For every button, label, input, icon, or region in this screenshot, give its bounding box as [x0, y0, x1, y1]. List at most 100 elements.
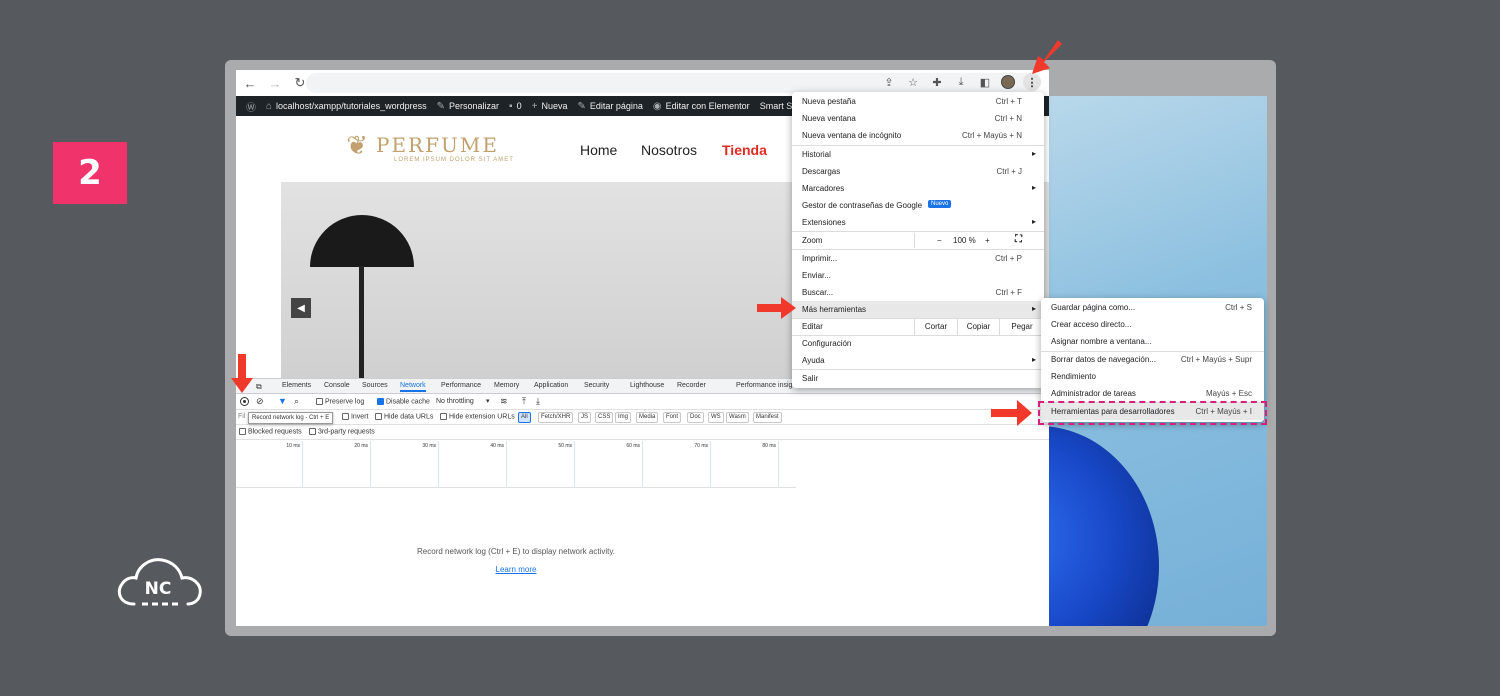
blocked-requests-toggle[interactable]: Blocked requests — [239, 428, 302, 435]
menu-exit[interactable]: Salir — [792, 370, 1044, 387]
filter-chip-doc[interactable]: Doc — [687, 412, 704, 423]
menu-send[interactable]: Enviar... — [792, 267, 1044, 284]
submenu-name-window[interactable]: Asignar nombre a ventana... — [1041, 333, 1264, 350]
nav-nosotros[interactable]: Nosotros — [641, 142, 697, 158]
tab-memory[interactable]: Memory — [494, 382, 519, 389]
tab-performance[interactable]: Performance — [441, 382, 481, 389]
blocked-requests-checkbox[interactable] — [239, 428, 246, 435]
menu-new-tab[interactable]: Nueva pestaña Ctrl + T — [792, 93, 1044, 110]
filter-chip-img[interactable]: Img — [615, 412, 632, 423]
submenu-save-page[interactable]: Guardar página como... Ctrl + S — [1041, 299, 1264, 316]
wp-smart-slider-link[interactable]: Smart Sl — [760, 101, 795, 111]
hide-data-urls-toggle[interactable]: Hide data URLs — [375, 413, 433, 420]
record-network-icon[interactable] — [240, 397, 249, 406]
invert-checkbox[interactable] — [342, 413, 349, 420]
zoom-out-button[interactable]: − — [937, 236, 942, 245]
timeline-tick: 60 ms — [575, 441, 643, 488]
menu-settings[interactable]: Configuración — [792, 335, 1044, 352]
menu-downloads[interactable]: Descargas Ctrl + J — [792, 163, 1044, 180]
submenu-clear-data[interactable]: Borrar datos de navegación... Ctrl + Mayú… — [1041, 351, 1264, 368]
invert-toggle[interactable]: Invert — [342, 413, 368, 420]
upload-icon[interactable]: ⤒ — [522, 396, 526, 407]
tab-sources[interactable]: Sources — [362, 382, 388, 389]
filter-chip-ws[interactable]: WS — [708, 412, 724, 423]
cut-button[interactable]: Cortar — [914, 318, 957, 335]
disable-cache-toggle[interactable]: Disable cache — [377, 398, 430, 405]
download-icon[interactable]: ⤓ — [953, 73, 969, 91]
side-panel-icon[interactable]: ◧ — [977, 73, 993, 91]
filter-input[interactable]: Fil — [238, 413, 245, 420]
star-bookmark-icon[interactable]: ☆ — [905, 73, 921, 91]
menu-help[interactable]: Ayuda ▸ — [792, 352, 1044, 369]
learn-more-link[interactable]: Learn more — [236, 565, 796, 574]
wp-elementor-label: Editar con Elementor — [665, 101, 750, 111]
menu-incognito[interactable]: Nueva ventana de incógnito Ctrl + Mayús +… — [792, 127, 1044, 144]
copy-button[interactable]: Copiar — [957, 318, 999, 335]
wifi-icon[interactable]: ≋ — [500, 396, 508, 407]
hide-extension-urls-checkbox[interactable] — [440, 413, 447, 420]
disable-cache-checkbox[interactable] — [377, 398, 384, 405]
filter-chip-all[interactable]: All — [518, 412, 531, 423]
filter-chip-media[interactable]: Media — [636, 412, 659, 423]
filter-chip-manifest[interactable]: Manifest — [753, 412, 782, 423]
wp-site-link[interactable]: ⌂ localhost/xampp/tutoriales_wordpress — [266, 101, 427, 112]
hide-extension-urls-toggle[interactable]: Hide extension URLs — [440, 413, 515, 420]
wp-elementor-link[interactable]: ◉ Editar con Elementor — [653, 101, 750, 112]
extensions-puzzle-icon[interactable]: ✚ — [929, 73, 945, 91]
nc-logo-text: NC — [145, 579, 172, 599]
profile-avatar[interactable] — [1001, 75, 1015, 89]
hide-data-urls-checkbox[interactable] — [375, 413, 382, 420]
preserve-log-checkbox[interactable] — [316, 398, 323, 405]
elementor-icon: ◉ — [652, 100, 662, 112]
menu-new-window[interactable]: Nueva ventana Ctrl + N — [792, 110, 1044, 127]
device-toolbar-icon[interactable]: ⧉ — [256, 382, 262, 392]
tab-network[interactable]: Network — [400, 382, 426, 392]
menu-more-tools[interactable]: Más herramientas ▸ — [792, 301, 1044, 318]
tab-elements[interactable]: Elements — [282, 382, 311, 389]
tab-lighthouse[interactable]: Lighthouse — [630, 382, 664, 389]
wp-comments-link[interactable]: ▪ 0 — [509, 101, 522, 112]
wp-customize-link[interactable]: ✎ Personalizar — [437, 101, 499, 112]
filter-icon[interactable]: ▼ — [278, 396, 287, 406]
filter-chip-css[interactable]: CSS — [595, 412, 614, 423]
wp-new-link[interactable]: + Nueva — [532, 101, 568, 112]
wp-edit-page-link[interactable]: ✎ Editar página — [577, 101, 642, 112]
slider-prev-arrow-icon[interactable]: ◀ — [291, 298, 311, 318]
filter-chip-fetch[interactable]: Fetch/XHR — [538, 412, 574, 423]
filter-chip-js[interactable]: JS — [578, 412, 592, 423]
filter-chip-wasm[interactable]: Wasm — [726, 412, 749, 423]
share-icon[interactable]: ⇪ — [881, 73, 897, 91]
tab-console[interactable]: Console — [324, 382, 350, 389]
tab-performance-insights[interactable]: Performance insig — [736, 382, 792, 389]
menu-extensions[interactable]: Extensiones ▸ — [792, 214, 1044, 231]
developer-tools-highlight — [1038, 401, 1267, 425]
back-arrow-icon[interactable]: ← — [239, 72, 261, 94]
site-logo-title[interactable]: PERFUME — [376, 133, 499, 157]
tab-recorder[interactable]: Recorder — [677, 382, 706, 389]
filter-chip-font[interactable]: Font — [663, 412, 682, 423]
download-har-icon[interactable]: ⤓ — [536, 396, 540, 407]
third-party-toggle[interactable]: 3rd-party requests — [309, 428, 375, 435]
fullscreen-icon[interactable]: ⛶ — [1015, 234, 1022, 245]
nav-tienda[interactable]: Tienda — [722, 142, 767, 158]
tab-application[interactable]: Application — [534, 382, 568, 389]
search-icon[interactable]: ⌕ — [294, 396, 299, 407]
nav-home[interactable]: Home — [580, 142, 617, 158]
menu-bookmarks[interactable]: Marcadores ▸ — [792, 180, 1044, 197]
preserve-log-toggle[interactable]: Preserve log — [316, 398, 364, 405]
throttling-select[interactable]: No throttling — [436, 398, 474, 405]
clear-icon[interactable]: ⊘ — [256, 396, 264, 407]
paste-button[interactable]: Pegar — [999, 318, 1044, 335]
zoom-in-button[interactable]: + — [985, 236, 990, 245]
menu-password-manager[interactable]: Gestor de contraseñas de Google Nuevo — [792, 197, 1044, 214]
menu-print[interactable]: Imprimir... Ctrl + P — [792, 250, 1044, 267]
third-party-checkbox[interactable] — [309, 428, 316, 435]
wordpress-logo-icon[interactable]: Ⓦ — [246, 99, 256, 114]
menu-history[interactable]: Historial ▸ — [792, 146, 1044, 163]
tab-security[interactable]: Security — [584, 382, 609, 389]
menu-find[interactable]: Buscar... Ctrl + F — [792, 284, 1044, 301]
submenu-performance[interactable]: Rendimiento — [1041, 368, 1264, 385]
submenu-task-manager[interactable]: Administrador de tareas Mayús + Esc — [1041, 385, 1264, 402]
submenu-create-shortcut[interactable]: Crear acceso directo... — [1041, 316, 1264, 333]
forward-arrow-icon[interactable]: → — [264, 72, 286, 94]
